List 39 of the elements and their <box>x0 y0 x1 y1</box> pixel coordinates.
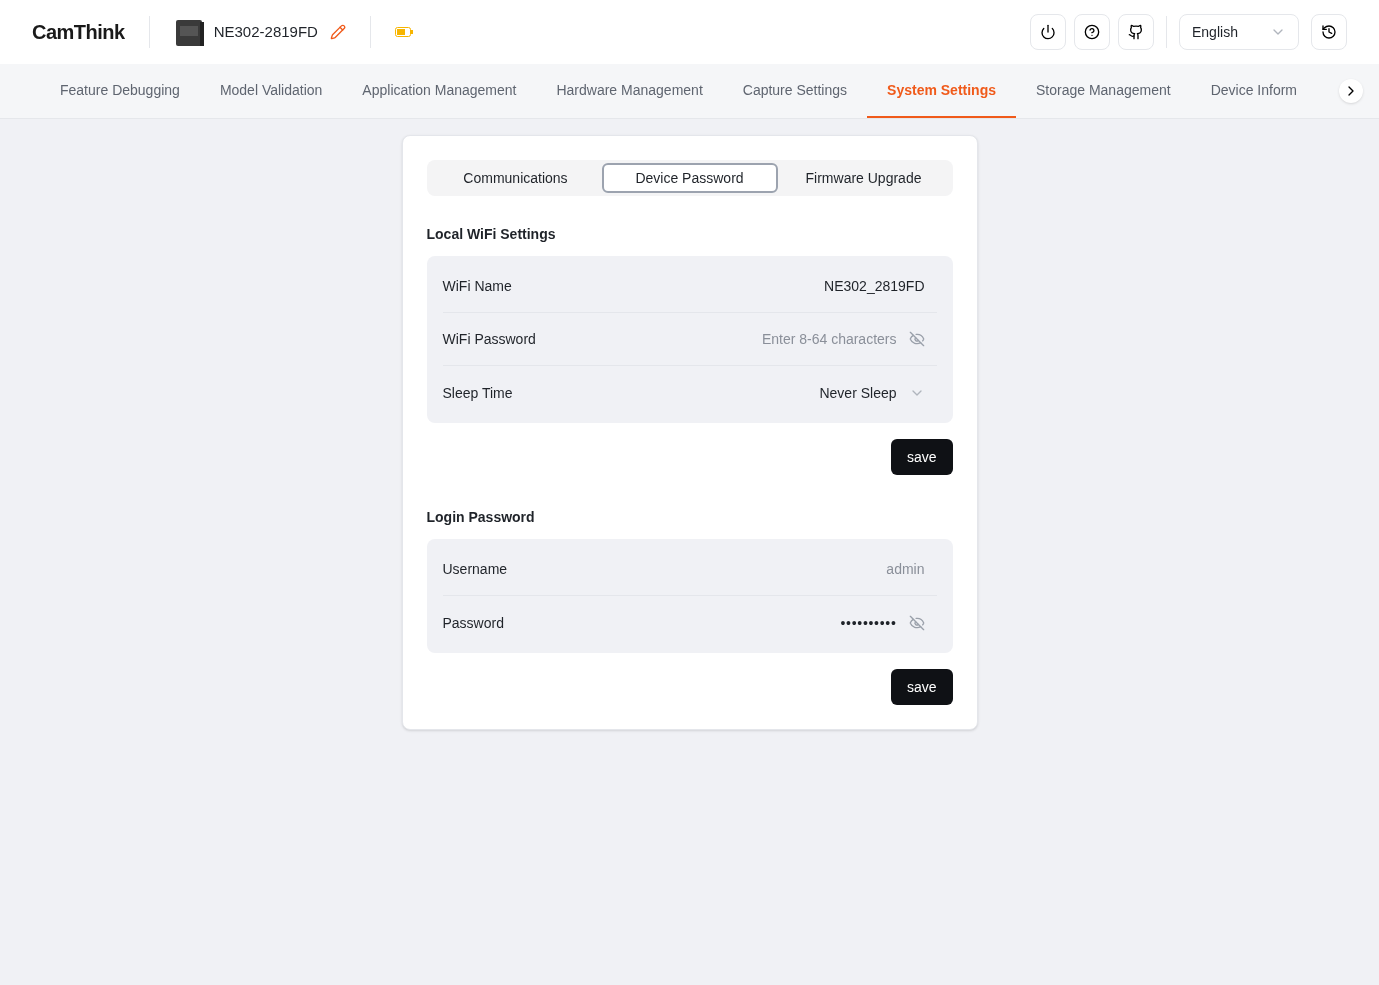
field-value: NE302_2819FD <box>824 277 925 296</box>
field-label: Username <box>442 560 508 579</box>
scroll-right-button[interactable] <box>1339 79 1363 103</box>
power-button[interactable] <box>1030 14 1066 50</box>
password-field[interactable]: Enter 8-64 characters <box>761 329 897 349</box>
field-label: WiFi Password <box>442 330 536 349</box>
field-value: admin <box>886 560 925 579</box>
nav-tab[interactable]: Capture Settings <box>722 64 868 118</box>
device-name: NE302-2819FD <box>213 21 318 42</box>
history-icon <box>1321 24 1337 40</box>
power-icon <box>1040 24 1056 40</box>
field-label: Password <box>442 613 504 633</box>
github-icon <box>1128 24 1144 40</box>
nav-tab[interactable]: Hardware Management <box>536 64 723 118</box>
language-select[interactable]: English <box>1179 14 1299 50</box>
save-button[interactable]: save <box>890 439 953 475</box>
history-button[interactable] <box>1311 14 1347 50</box>
sub-tab[interactable]: Firmware Upgrade <box>777 163 950 193</box>
field-label: WiFi Name <box>442 277 512 296</box>
section-title: Local WiFi Settings <box>426 225 557 244</box>
nav-tab[interactable]: Device Inform <box>1190 64 1317 118</box>
field-label: Sleep Time <box>442 383 513 403</box>
logo: CamThink <box>32 20 125 45</box>
edit-icon[interactable] <box>329 24 346 40</box>
sleep-time-select[interactable]: Never Sleep <box>819 382 925 403</box>
password-field[interactable]: •••••••••• <box>840 612 897 633</box>
nav-tab[interactable]: Application Management <box>342 64 537 118</box>
nav-tab[interactable]: Storage Management <box>1016 64 1191 118</box>
nav-tab[interactable]: Feature Debugging <box>40 64 200 118</box>
sub-tab[interactable]: Communications <box>429 163 602 193</box>
nav-tab[interactable]: Model Validation <box>199 64 343 118</box>
section-title: Login Password <box>426 508 536 527</box>
sub-tab[interactable]: Device Password <box>601 163 778 193</box>
save-button[interactable]: save <box>890 669 953 705</box>
help-button[interactable] <box>1074 14 1110 50</box>
help-icon <box>1084 24 1100 40</box>
github-button[interactable] <box>1118 14 1154 50</box>
battery-icon <box>394 27 413 37</box>
nav-tab[interactable]: System Settings <box>867 64 1016 118</box>
